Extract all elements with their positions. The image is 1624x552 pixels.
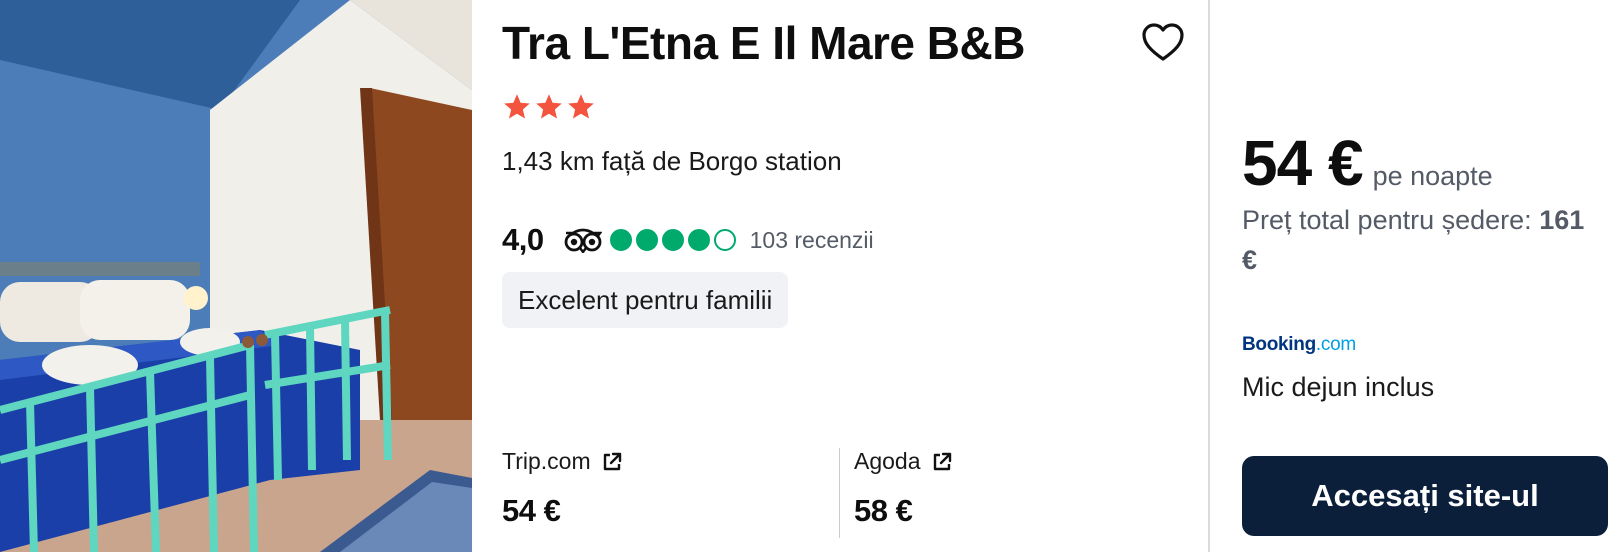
external-link-icon	[933, 452, 951, 470]
star-icon	[568, 94, 594, 119]
offer-provider-name: Agoda	[854, 448, 921, 474]
bubble-rating	[609, 229, 736, 251]
hotel-photo[interactable]	[0, 0, 472, 552]
offer-divider	[839, 448, 840, 538]
nightly-price-row: 54 € pe noapte	[1242, 126, 1493, 200]
hotel-name[interactable]: Tra L'Etna E Il Mare B&B	[502, 16, 1025, 70]
bubble-empty	[713, 229, 736, 251]
offer-provider-link[interactable]: Agoda	[854, 448, 1174, 475]
offer-provider-link[interactable]: Trip.com	[502, 448, 822, 475]
bedroom-image	[0, 0, 472, 552]
breakfast-info: Mic dejun inclus	[1242, 372, 1435, 402]
total-price: Preț total pentru ședere: 161 €	[1242, 200, 1602, 280]
visit-site-button[interactable]: Accesați site-ul	[1242, 456, 1608, 536]
star-icon	[536, 94, 562, 119]
favorite-button[interactable]	[1140, 20, 1186, 66]
per-night-label: pe noapte	[1372, 161, 1493, 191]
star-icon	[504, 94, 530, 119]
rating-row: 4,0 103 recenzii	[502, 220, 874, 260]
offer-agoda[interactable]: Agoda 58 €	[854, 448, 1174, 538]
feature-tag: Excelent pentru familii	[502, 272, 789, 328]
booking-logo: Booking.com	[1242, 334, 1356, 355]
rating-score: 4,0	[502, 222, 544, 257]
review-count-link[interactable]: 103 recenzii	[750, 227, 874, 254]
heart-icon	[1142, 23, 1184, 61]
price-panel: 54 € pe noapte Preț total pentru ședere:…	[1210, 0, 1624, 552]
offer-provider-name: Trip.com	[502, 448, 591, 474]
bubble-filled	[635, 229, 658, 251]
bubble-filled	[609, 229, 632, 251]
offer-tripcom[interactable]: Trip.com 54 €	[502, 448, 822, 538]
offer-price: 54 €	[502, 493, 561, 528]
nightly-price: 54 €	[1242, 127, 1364, 199]
bubble-filled	[661, 229, 684, 251]
external-link-icon	[603, 452, 621, 470]
hotel-info: Tra L'Etna E Il Mare B&B 1,43 km față de…	[472, 0, 1208, 552]
bubble-filled	[687, 229, 710, 251]
offer-price: 58 €	[854, 493, 913, 528]
total-price-label: Preț total pentru ședere:	[1242, 205, 1532, 235]
distance-text: 1,43 km față de Borgo station	[502, 146, 842, 176]
hotel-star-rating	[502, 92, 596, 122]
tripadvisor-owl-icon	[564, 228, 602, 253]
